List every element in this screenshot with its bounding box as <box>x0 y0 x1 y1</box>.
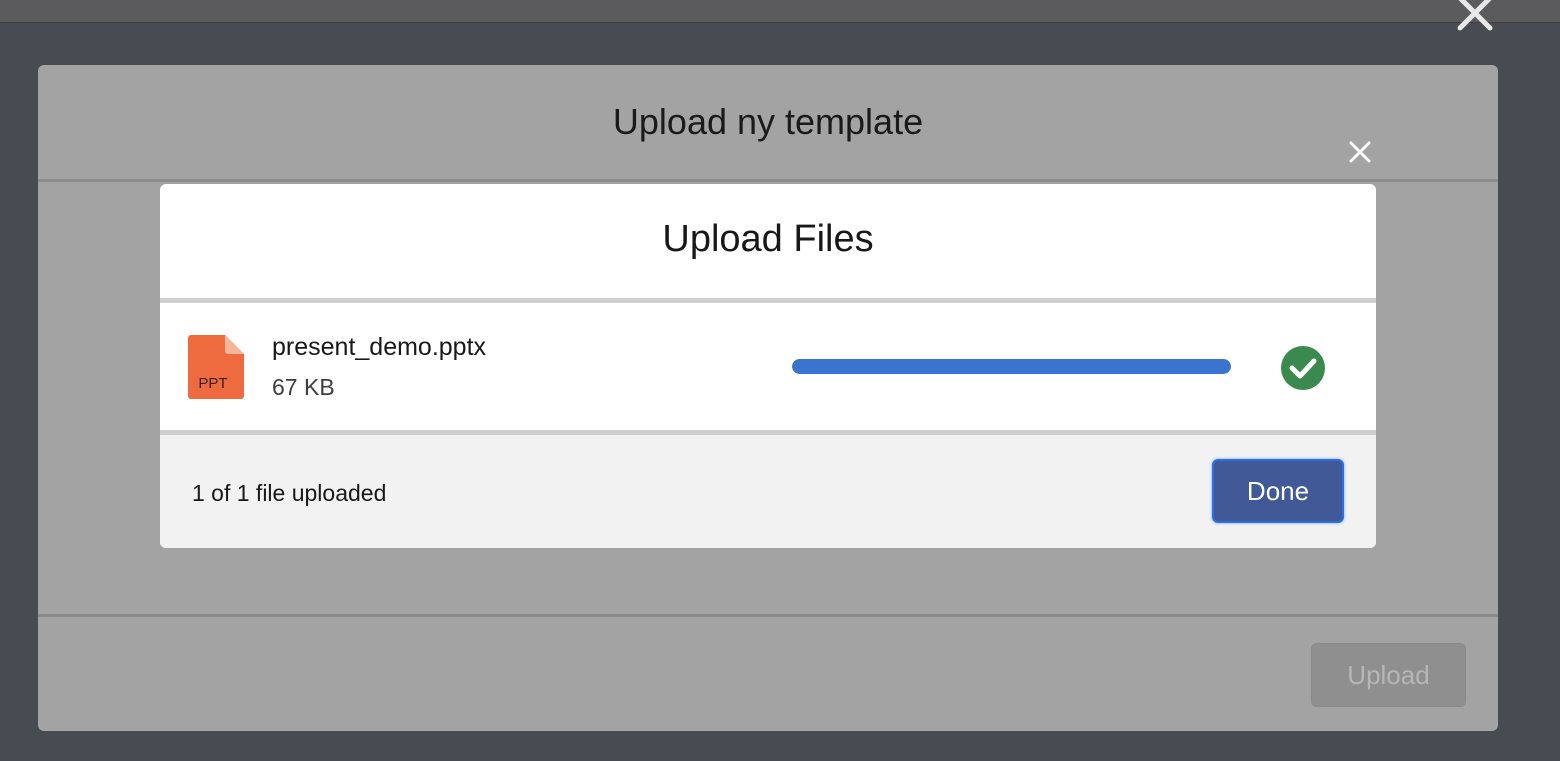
upload-files-dialog: Upload Files PPT present_demo.pptx 67 KB… <box>160 184 1376 548</box>
file-type-label: PPT <box>198 375 227 392</box>
dialog-footer: 1 of 1 file uploaded Done <box>160 430 1376 548</box>
modal-footer: Upload <box>38 614 1498 731</box>
modal-header: Upload ny template <box>38 65 1498 182</box>
file-size: 67 KB <box>272 374 335 400</box>
upload-button[interactable]: Upload <box>1311 643 1466 707</box>
file-list-item: PPT present_demo.pptx 67 KB <box>160 303 1376 430</box>
ppt-file-icon: PPT <box>188 335 244 399</box>
dialog-close-icon[interactable] <box>1344 136 1376 168</box>
top-bar <box>0 0 1560 23</box>
modal-title: Upload ny template <box>612 101 924 142</box>
dialog-header: Upload Files <box>160 184 1376 303</box>
file-name: present_demo.pptx <box>272 333 487 361</box>
backdrop-close-icon[interactable] <box>1452 0 1498 36</box>
check-circle-icon <box>1280 345 1326 391</box>
done-button[interactable]: Done <box>1212 459 1344 523</box>
upload-progress-bar <box>792 359 1231 374</box>
dialog-title: Upload Files <box>662 218 874 260</box>
upload-status-text: 1 of 1 file uploaded <box>192 480 387 506</box>
upload-progress-fill <box>792 359 1231 374</box>
